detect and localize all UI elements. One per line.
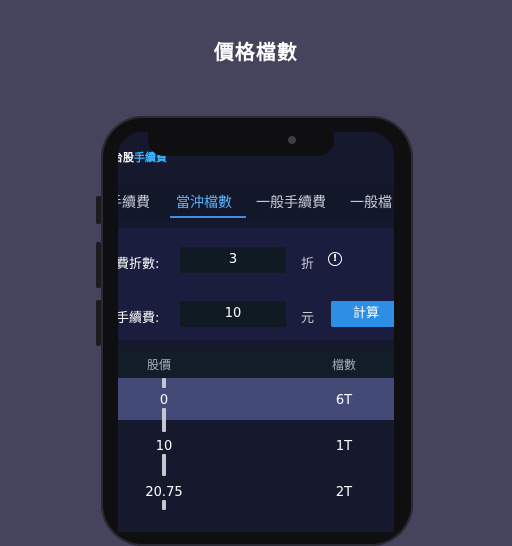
discount-input[interactable]: 3 (180, 247, 286, 273)
tab-bar: 手續費 當沖檔數 一般手續費 一般檔 (118, 184, 394, 220)
header-price: 股價 (147, 358, 172, 372)
header-ticks: 檔數 (332, 358, 357, 372)
calculate-button[interactable]: 計算 (331, 301, 394, 327)
tab-fee[interactable]: 手續費 (118, 192, 150, 212)
price-scale-marker (162, 500, 166, 510)
price-scale-marker (162, 378, 166, 388)
fee-unit: 元 (301, 311, 315, 326)
info-icon[interactable]: ! (328, 252, 342, 266)
tab-general-fee[interactable]: 一般手續費 (256, 192, 326, 212)
row-ticks: 2T (335, 485, 353, 500)
camera-icon (288, 136, 296, 144)
tab-day-trade-ticks[interactable]: 當沖檔數 (176, 192, 232, 212)
page-headline: 價格檔數 (214, 40, 298, 64)
price-scale-marker (162, 454, 166, 476)
table-row[interactable]: 0 6T (118, 378, 394, 420)
app-screen: 台股手續費 手續費 當沖檔數 一般手續費 一般檔 費折數: 3 折 ! 手續費:… (118, 132, 394, 532)
discount-unit: 折 (301, 257, 315, 272)
table-row[interactable]: 10 1T (118, 424, 394, 466)
app-title-prefix: 台股 (118, 151, 134, 164)
row-ticks: 1T (335, 439, 353, 454)
row-ticks: 6T (335, 393, 353, 408)
row-price: 10 (155, 439, 173, 454)
table-header: 股價 檔數 (118, 350, 394, 376)
tab-general-ticks[interactable]: 一般檔 (350, 192, 392, 212)
row-price: 20.75 (145, 485, 183, 500)
discount-label: 費折數: (118, 257, 160, 272)
fee-label: 手續費: (118, 311, 160, 326)
table-row[interactable]: 20.75 2T (118, 470, 394, 512)
active-tab-indicator (170, 216, 246, 218)
price-scale-marker (162, 408, 166, 432)
fee-input[interactable]: 10 (180, 301, 286, 327)
phone-notch (148, 132, 334, 156)
row-price: 0 (159, 393, 169, 408)
